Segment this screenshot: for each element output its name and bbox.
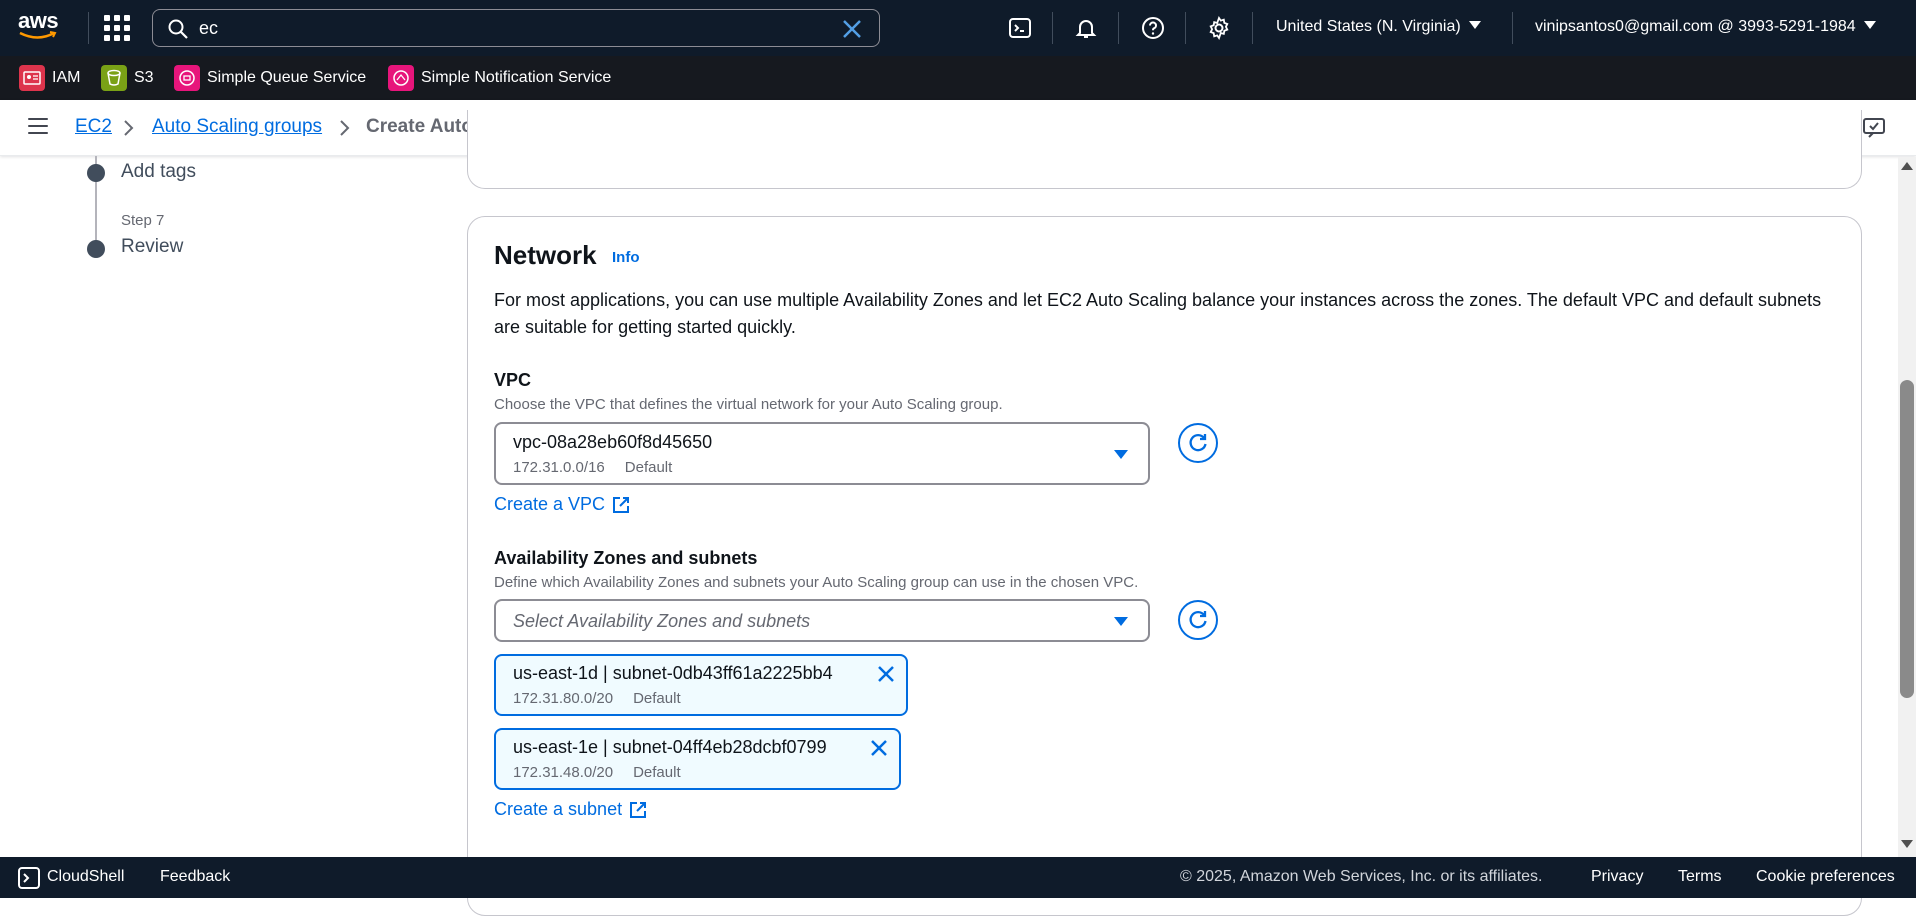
footer-copyright: © 2025, Amazon Web Services, Inc. or its…	[1180, 868, 1543, 885]
step-number: Step 7	[121, 212, 165, 229]
vpc-hint: Choose the VPC that defines the virtual …	[494, 396, 1003, 413]
external-link-icon	[630, 801, 647, 818]
footer: CloudShell Feedback © 2025, Amazon Web S…	[0, 857, 1916, 898]
vpc-tag: Default	[624, 459, 673, 476]
vpc-label: VPC	[494, 370, 532, 390]
account-menu[interactable]: vinipsantos0@gmail.com @ 3993-5291-1984	[1535, 18, 1876, 36]
subnet-token-details: 172.31.80.0/20 Default	[513, 690, 681, 707]
subnet-token: us-east-1e | subnet-04ff4eb28dcbf0799 17…	[494, 728, 901, 790]
aws-logo-text: aws	[18, 8, 59, 33]
cloudshell-icon	[18, 867, 40, 889]
breadcrumb-ec2[interactable]: EC2	[75, 116, 112, 138]
step-add-tags[interactable]: Add tags	[121, 161, 196, 183]
sqs-icon	[174, 65, 200, 91]
az-label: Availability Zones and subnets	[494, 548, 758, 568]
remove-subnet-icon[interactable]	[869, 738, 889, 758]
top-navigation: aws United States (N. Virginia)	[0, 0, 1916, 56]
favorite-s3[interactable]: S3	[101, 64, 154, 92]
az-select[interactable]: Select Availability Zones and subnets	[494, 599, 1150, 642]
cloudshell-icon[interactable]	[1006, 14, 1034, 42]
notifications-bell-icon[interactable]	[1072, 14, 1100, 42]
footer-privacy[interactable]: Privacy	[1591, 868, 1643, 886]
vpc-value: vpc-08a28eb60f8d45650	[513, 432, 713, 452]
refresh-vpc-button[interactable]	[1178, 423, 1218, 463]
aws-logo[interactable]: aws	[18, 10, 66, 44]
remove-subnet-icon[interactable]	[876, 664, 896, 684]
breadcrumb-auto-scaling-groups[interactable]: Auto Scaling groups	[152, 116, 322, 138]
footer-cookie-preferences[interactable]: Cookie preferences	[1756, 868, 1895, 886]
menu-hamburger-icon[interactable]	[28, 118, 48, 136]
divider	[88, 12, 89, 44]
network-info-link[interactable]: Info	[612, 249, 640, 266]
caret-down-icon	[1863, 21, 1876, 29]
scroll-up-arrow-icon[interactable]	[1901, 162, 1913, 170]
favorite-label: S3	[134, 69, 154, 86]
dropdown-caret-icon	[1114, 617, 1128, 626]
account-label: vinipsantos0@gmail.com @ 3993-5291-1984	[1535, 18, 1856, 35]
subnet-cidr: 172.31.48.0/20	[513, 764, 614, 781]
create-vpc-label: Create a VPC	[494, 494, 606, 514]
caret-down-icon	[1468, 21, 1481, 29]
subnet-token-value: us-east-1d | subnet-0db43ff61a2225bb4	[513, 663, 833, 683]
support-chat-icon[interactable]	[1862, 116, 1886, 140]
subnet-token-details: 172.31.48.0/20 Default	[513, 764, 681, 781]
dropdown-caret-icon	[1114, 450, 1128, 459]
subnet-tag: Default	[633, 690, 681, 707]
services-grid-icon[interactable]	[104, 15, 130, 41]
vpc-select[interactable]: vpc-08a28eb60f8d45650 172.31.0.0/16 Defau…	[494, 422, 1150, 485]
search-input[interactable]	[199, 16, 819, 40]
favorite-sns[interactable]: Simple Notification Service	[388, 64, 611, 92]
help-icon[interactable]	[1139, 14, 1167, 42]
iam-icon	[19, 65, 45, 91]
favorite-label: Simple Notification Service	[421, 69, 612, 86]
region-selector[interactable]: United States (N. Virginia)	[1276, 18, 1481, 36]
subnet-token: us-east-1d | subnet-0db43ff61a2225bb4 17…	[494, 654, 908, 716]
favorite-label: Simple Queue Service	[207, 69, 367, 86]
footer-cloudshell[interactable]: CloudShell	[47, 868, 124, 886]
step-indicator	[87, 164, 105, 182]
step-indicator	[87, 240, 105, 258]
subnet-cidr: 172.31.80.0/20	[513, 690, 614, 707]
search-bar	[152, 9, 880, 47]
search-icon	[168, 19, 188, 39]
vpc-cidr: 172.31.0.0/16	[513, 459, 605, 476]
az-placeholder: Select Availability Zones and subnets	[513, 611, 811, 631]
az-hint: Define which Availability Zones and subn…	[494, 574, 1139, 591]
favorite-sqs[interactable]: Simple Queue Service	[174, 64, 366, 92]
favorite-label: IAM	[52, 69, 81, 86]
external-link-icon	[613, 496, 630, 513]
refresh-icon	[1189, 611, 1207, 629]
favorites-bar: IAM S3 Simple Queue Service Simple Notif…	[0, 56, 1916, 100]
scroll-down-arrow-icon[interactable]	[1901, 840, 1913, 848]
network-title: Network	[494, 240, 597, 270]
refresh-icon	[1189, 434, 1207, 452]
favorite-iam[interactable]: IAM	[19, 64, 80, 92]
s3-icon	[101, 65, 127, 91]
network-description: For most applications, you can use multi…	[494, 290, 1822, 337]
subnet-token-value: us-east-1e | subnet-04ff4eb28dcbf0799	[513, 737, 827, 757]
footer-terms[interactable]: Terms	[1678, 868, 1722, 886]
region-label: United States (N. Virginia)	[1276, 18, 1461, 35]
create-subnet-link[interactable]: Create a subnet	[494, 799, 647, 820]
settings-gear-icon[interactable]	[1205, 14, 1233, 42]
previous-section-card	[467, 110, 1862, 189]
step-review[interactable]: Review	[121, 236, 183, 258]
clear-search-icon[interactable]	[841, 18, 863, 40]
chevron-right-icon	[124, 120, 134, 136]
subnet-tag: Default	[633, 764, 681, 781]
sns-icon	[388, 65, 414, 91]
footer-feedback[interactable]: Feedback	[160, 868, 230, 886]
chevron-right-icon	[340, 120, 350, 136]
scrollbar-thumb[interactable]	[1900, 380, 1914, 698]
create-vpc-link[interactable]: Create a VPC	[494, 494, 630, 515]
vpc-details: 172.31.0.0/16 Default	[513, 459, 672, 476]
refresh-az-button[interactable]	[1178, 600, 1218, 640]
create-subnet-label: Create a subnet	[494, 799, 623, 819]
